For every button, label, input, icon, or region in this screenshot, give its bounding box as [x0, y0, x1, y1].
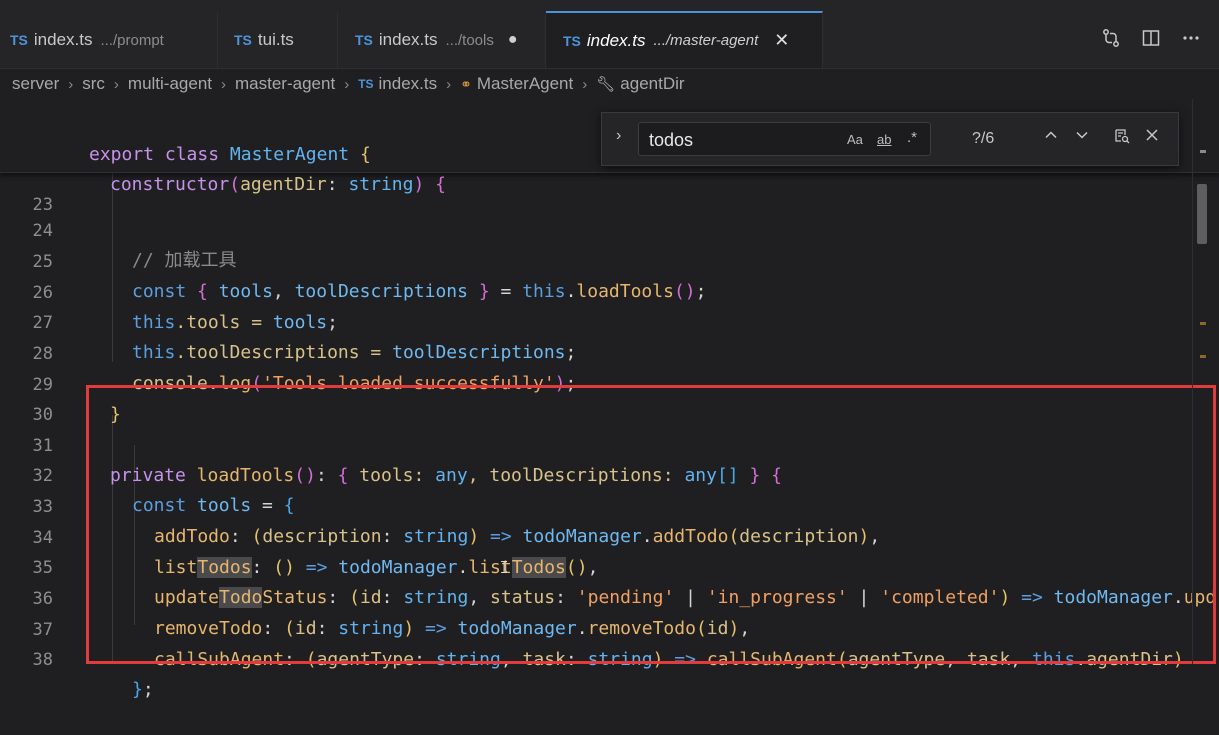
- close-icon[interactable]: [1145, 128, 1159, 147]
- sticky-line: constructor(agentDir: string) {: [0, 140, 446, 195]
- tab-label: index.ts: [586, 30, 646, 50]
- overview-ruler-mark: [1200, 355, 1206, 358]
- chevron-right-icon: ›: [582, 75, 588, 93]
- code-line: 29 }: [0, 340, 121, 425]
- code-line: 26 this.tools = tools;: [0, 248, 338, 333]
- code-text: constructor(agentDir: string) {: [110, 174, 447, 195]
- code-line: 38 };: [0, 615, 154, 700]
- code-line: 31 private loadTools(): { tools: any, to…: [0, 401, 783, 486]
- indent-guide: [112, 172, 113, 362]
- line-number: 38: [32, 650, 53, 670]
- typescript-icon: TS: [563, 32, 581, 49]
- code-line: 32 const tools = {: [0, 431, 295, 516]
- previous-match-icon[interactable]: [1044, 128, 1058, 147]
- chevron-right-icon: ›: [221, 75, 227, 93]
- tab-index-prompt[interactable]: TS index.ts .../prompt: [0, 12, 218, 68]
- overview-ruler-mark: [1200, 322, 1206, 325]
- breadcrumb-item-class[interactable]: MasterAgent: [477, 74, 573, 94]
- scrollbar-track: [1192, 99, 1193, 664]
- unsaved-dot-icon[interactable]: ●: [508, 31, 518, 49]
- editor-actions: [1101, 28, 1201, 53]
- comment: // 加载工具: [132, 250, 237, 271]
- typescript-icon: TS: [358, 77, 374, 91]
- chevron-right-icon: ›: [113, 75, 119, 93]
- compare-changes-icon[interactable]: [1101, 28, 1121, 53]
- code-line: 27 this.toolDescriptions = toolDescripti…: [0, 278, 577, 363]
- chevron-right-icon: ›: [68, 75, 74, 93]
- chevron-right-icon: ›: [446, 75, 452, 93]
- overview-ruler-mark: [1200, 150, 1206, 153]
- tab-path: .../prompt: [100, 31, 164, 49]
- next-match-icon[interactable]: [1075, 128, 1089, 147]
- tab-label: tui.ts: [257, 30, 294, 49]
- typescript-icon: TS: [355, 32, 373, 48]
- sticky-line: export class MasterAgent {: [0, 110, 371, 165]
- tab-index-master-agent[interactable]: TS index.ts .../master-agent ✕: [546, 11, 823, 68]
- code-line: 30: [0, 370, 53, 425]
- tab-path: .../master-agent: [653, 32, 759, 49]
- find-input[interactable]: todos Aa ab .*: [638, 122, 931, 156]
- regex-icon[interactable]: .*: [907, 129, 917, 146]
- tab-bar: TS index.ts .../prompt TS tui.ts TS inde…: [0, 0, 1219, 69]
- code-line: 34 listTodos: () => todoManager.listTodo…: [0, 493, 598, 578]
- tab-tui[interactable]: TS tui.ts: [218, 12, 338, 68]
- split-editor-icon[interactable]: [1141, 28, 1161, 53]
- breadcrumb-item-multi-agent[interactable]: multi-agent: [128, 74, 212, 94]
- chevron-right-icon[interactable]: ›: [616, 127, 621, 145]
- match-case-icon[interactable]: Aa: [847, 132, 863, 147]
- breadcrumb-item-src[interactable]: src: [82, 74, 105, 94]
- find-widget: › todos Aa ab .* ?/6: [601, 112, 1179, 166]
- code-line: 36 removeTodo: (id: string) => todoManag…: [0, 554, 751, 639]
- breadcrumb-item-file[interactable]: index.ts: [379, 74, 438, 94]
- property-wrench-icon: 🔧︎: [596, 76, 616, 93]
- tab-path: .../tools: [445, 31, 494, 49]
- breadcrumb-item-member[interactable]: agentDir: [620, 74, 684, 94]
- code-line: 28 console.log('Tools loaded successfull…: [0, 309, 577, 394]
- tab-index-tools[interactable]: TS index.ts .../tools ●: [338, 12, 546, 68]
- typescript-icon: TS: [10, 32, 28, 48]
- breadcrumb: server › src › multi-agent › master-agen…: [0, 69, 1219, 99]
- whole-word-icon[interactable]: ab: [877, 132, 891, 147]
- code-text: this.tools = tools;: [132, 312, 338, 333]
- find-in-selection-icon[interactable]: [1114, 128, 1130, 149]
- highlight-annotation-box: [86, 385, 1216, 664]
- code-text: export class MasterAgent {: [89, 144, 371, 165]
- code-text: const { tools, toolDescriptions } = this…: [132, 281, 707, 302]
- more-actions-icon[interactable]: [1181, 28, 1201, 53]
- tab-label: index.ts: [378, 30, 438, 49]
- scrollbar-thumb[interactable]: [1197, 184, 1207, 244]
- code-text: };: [132, 679, 154, 700]
- class-symbol-icon: ⚭: [460, 75, 472, 92]
- match-count: ?/6: [972, 130, 995, 147]
- chevron-right-icon: ›: [344, 75, 350, 93]
- code-line: 35 updateTodoStatus: (id: string, status…: [0, 523, 1216, 608]
- tab-label: index.ts: [33, 30, 93, 49]
- breadcrumb-item-master-agent[interactable]: master-agent: [235, 74, 335, 94]
- code-line: 37 callSubAgent: (agentType: string, tas…: [0, 585, 1184, 670]
- code-text: this.toolDescriptions = toolDescriptions…: [132, 342, 577, 363]
- typescript-icon: TS: [234, 32, 252, 48]
- breadcrumb-item-server[interactable]: server: [12, 74, 59, 94]
- close-icon[interactable]: ✕: [774, 30, 789, 51]
- code-line: 33 addTodo: (description: string) => tod…: [0, 462, 881, 547]
- find-input-value: todos: [649, 130, 694, 150]
